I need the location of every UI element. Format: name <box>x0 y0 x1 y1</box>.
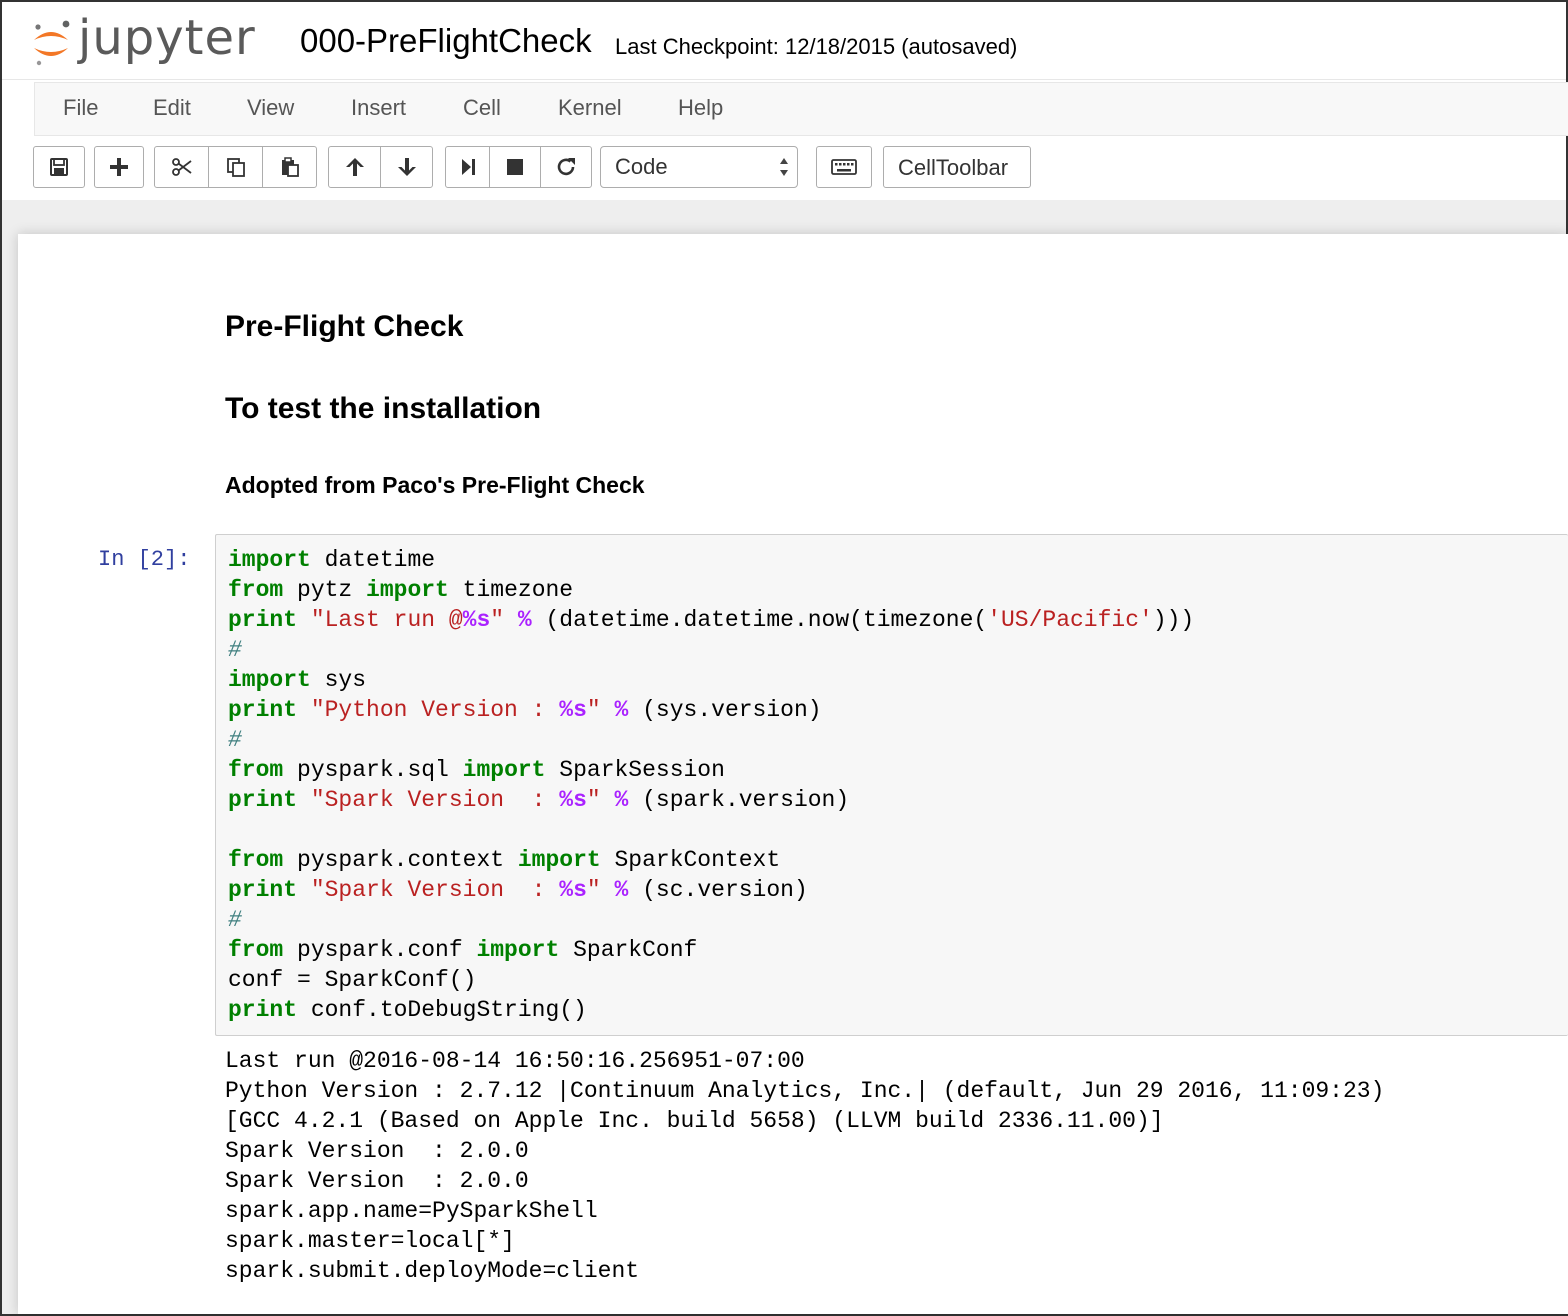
keyboard-icon <box>831 159 857 175</box>
menu-insert[interactable]: Insert <box>351 95 406 121</box>
save-icon <box>50 158 68 176</box>
insert-cell-button[interactable] <box>94 146 144 188</box>
move-up-button[interactable] <box>328 146 381 188</box>
save-button[interactable] <box>33 146 85 188</box>
code-line: print "Python Version : %s" % (sys.versi… <box>228 697 822 723</box>
jupyter-logo[interactable]: jupyter <box>28 10 278 70</box>
keyboard-shortcuts-button[interactable] <box>816 146 872 188</box>
cut-icon <box>171 158 192 176</box>
output-line: spark.master=local[*] <box>225 1228 515 1254</box>
copy-button[interactable] <box>208 146 263 188</box>
cut-button[interactable] <box>154 146 209 188</box>
output-line: Spark Version : 2.0.0 <box>225 1138 529 1164</box>
menu-file[interactable]: File <box>63 95 98 121</box>
step-forward-icon <box>461 159 475 175</box>
code-line: # <box>228 637 242 663</box>
menu-edit[interactable]: Edit <box>153 95 191 121</box>
paste-icon <box>281 157 299 177</box>
code-line: conf = SparkConf() <box>228 967 477 993</box>
code-line: from pytz import timezone <box>228 577 574 603</box>
copy-icon <box>226 158 245 177</box>
code-line: print "Spark Version : %s" % (spark.vers… <box>228 787 850 813</box>
restart-kernel-button[interactable] <box>540 146 592 188</box>
cell-type-select[interactable]: Code <box>600 146 798 188</box>
code-cell-editor[interactable]: import datetime from pytz import timezone… <box>215 534 1568 1036</box>
markdown-heading-credit: Adopted from Paco's Pre-Flight Check <box>225 472 645 498</box>
code-line: ​ <box>228 815 1194 845</box>
insert-group <box>94 146 144 188</box>
arrow-up-icon <box>345 158 364 176</box>
refresh-icon <box>557 158 575 176</box>
output-line: Python Version : 2.7.12 |Continuum Analy… <box>225 1078 1385 1104</box>
save-group <box>33 146 85 188</box>
code-line: from pyspark.conf import SparkConf <box>228 937 698 963</box>
code-content: import datetime from pytz import timezone… <box>228 545 1194 1025</box>
checkpoint-status: Last Checkpoint: 12/18/2015 (autosaved) <box>615 34 1018 59</box>
code-line: # <box>228 907 242 933</box>
input-prompt: In [2]: <box>98 547 191 572</box>
markdown-heading-subtitle: To test the installation <box>225 392 542 425</box>
code-line: from pyspark.sql import SparkSession <box>228 757 725 783</box>
menu-kernel[interactable]: Kernel <box>558 95 622 121</box>
code-line: print conf.toDebugString() <box>228 997 587 1023</box>
run-cell-button[interactable] <box>445 146 490 188</box>
code-line: import datetime <box>228 547 436 573</box>
menubar: File Edit View Insert Cell Kernel Help <box>34 82 1568 136</box>
output-line: spark.app.name=PySparkShell <box>225 1198 598 1224</box>
output-line: [GCC 4.2.1 (Based on Apple Inc. build 56… <box>225 1108 1164 1134</box>
cell-type-value: Code <box>615 154 668 179</box>
code-line: print "Last run @%s" % (datetime.datetim… <box>228 607 1195 633</box>
interrupt-kernel-button[interactable] <box>489 146 541 188</box>
move-down-button[interactable] <box>380 146 433 188</box>
stop-icon <box>507 159 523 175</box>
paste-button[interactable] <box>262 146 317 188</box>
select-arrows-icon <box>780 158 788 176</box>
menu-help[interactable]: Help <box>678 95 723 121</box>
jupyter-logo-icon <box>34 20 70 66</box>
menu-cell[interactable]: Cell <box>463 95 501 121</box>
output-line: spark.submit.deployMode=client <box>225 1258 640 1284</box>
markdown-heading-title: Pre-Flight Check <box>225 310 464 343</box>
output-line: Spark Version : 2.0.0 <box>225 1168 529 1194</box>
notebook-header: jupyter 000-PreFlightCheck Last Checkpoi… <box>2 2 1566 80</box>
notebook-name[interactable]: 000-PreFlightCheck <box>300 22 592 60</box>
plus-icon <box>110 158 128 176</box>
code-line: # <box>228 727 242 753</box>
run-group <box>445 146 592 188</box>
move-group <box>328 146 433 188</box>
logo-text: jupyter <box>78 10 256 66</box>
menu-view[interactable]: View <box>247 95 294 121</box>
code-line: from pyspark.context import SparkContext <box>228 847 781 873</box>
edit-group <box>154 146 317 188</box>
celltoolbar-button[interactable]: CellToolbar <box>883 146 1031 188</box>
cell-output: Last run @2016-08-14 16:50:16.256951-07:… <box>225 1046 1384 1286</box>
toolbar: Code CellToolbar <box>2 138 1566 198</box>
output-line: Last run @2016-08-14 16:50:16.256951-07:… <box>225 1048 805 1074</box>
arrow-down-icon <box>397 158 416 176</box>
code-line: print "Spark Version : %s" % (sc.version… <box>228 877 808 903</box>
code-line: import sys <box>228 667 367 693</box>
